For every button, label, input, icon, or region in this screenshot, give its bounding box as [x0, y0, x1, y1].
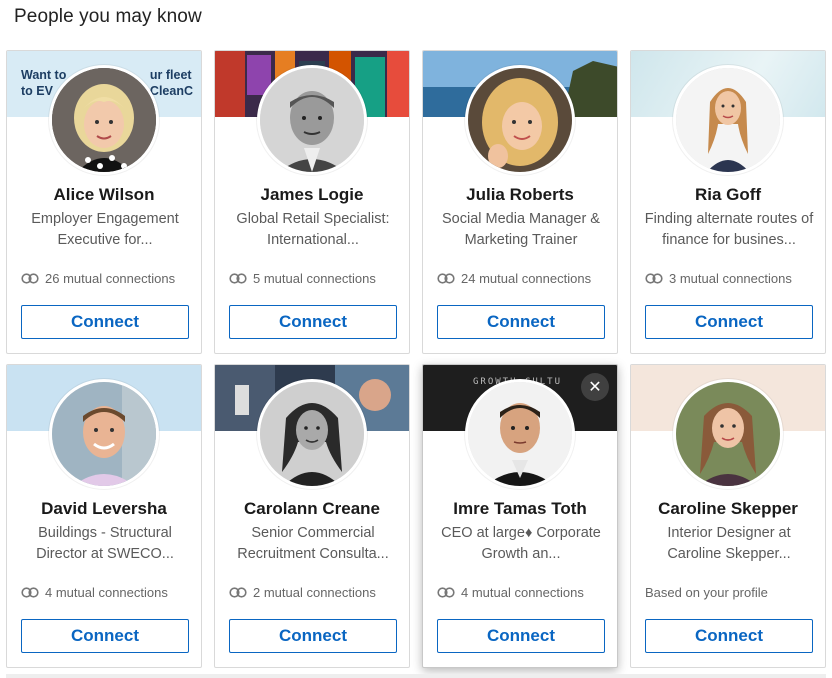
banner-ad-text-right: ur fleet CleanC	[149, 68, 193, 98]
person-headline: Employer Engagement Executive for...	[31, 211, 179, 248]
person-name[interactable]: Alice Wilson	[7, 185, 201, 205]
mutual-connections[interactable]: 4 mutual connections	[21, 585, 168, 600]
next-row-edge	[6, 674, 826, 678]
avatar[interactable]	[257, 65, 367, 175]
mutual-connections-icon	[437, 587, 455, 598]
profile-photo	[468, 382, 572, 486]
avatar[interactable]	[673, 379, 783, 489]
person-card[interactable]: James Logie Global Retail Specialist: In…	[214, 50, 410, 354]
avatar[interactable]	[257, 379, 367, 489]
mutual-connections[interactable]: 5 mutual connections	[229, 271, 376, 286]
connect-button[interactable]: Connect	[437, 305, 605, 339]
person-headline: Finding alternate routes of finance for …	[644, 211, 814, 248]
connect-button[interactable]: Connect	[645, 305, 813, 339]
profile-photo	[468, 68, 572, 172]
person-name[interactable]: Carolann Creane	[215, 499, 409, 519]
person-headline: Senior Commercial Recruitment Consulta..…	[237, 525, 389, 562]
connect-button[interactable]: Connect	[229, 305, 397, 339]
mutual-connections[interactable]: 2 mutual connections	[229, 585, 376, 600]
person-name[interactable]: Imre Tamas Toth	[423, 499, 617, 519]
person-headline: CEO at large♦ Corporate Growth an...	[441, 525, 601, 562]
avatar[interactable]	[49, 379, 159, 489]
avatar[interactable]	[465, 379, 575, 489]
connect-button[interactable]: Connect	[21, 305, 189, 339]
person-name[interactable]: Caroline Skepper	[631, 499, 825, 519]
person-headline: Social Media Manager & Marketing Trainer	[442, 211, 600, 248]
dismiss-button[interactable]: ✕	[581, 373, 609, 401]
avatar[interactable]	[49, 65, 159, 175]
mutual-connections[interactable]: 4 mutual connections	[437, 585, 584, 600]
section-heading: People you may know	[14, 6, 202, 27]
mutual-connections-icon	[229, 587, 247, 598]
profile-photo	[676, 382, 780, 486]
people-grid: Want to to EV ur fleet CleanC Alice Wils…	[6, 50, 826, 668]
mutual-connections-icon	[645, 273, 663, 284]
person-name[interactable]: Ria Goff	[631, 185, 825, 205]
profile-photo	[52, 68, 156, 172]
mutual-connections[interactable]: 26 mutual connections	[21, 271, 175, 286]
profile-photo	[260, 68, 364, 172]
mutual-connections[interactable]: 3 mutual connections	[645, 271, 792, 286]
profile-photo	[260, 382, 364, 486]
mutual-connections[interactable]: 24 mutual connections	[437, 271, 591, 286]
mutual-connections-icon	[229, 273, 247, 284]
person-card[interactable]: Ria Goff Finding alternate routes of fin…	[630, 50, 826, 354]
mutual-connections-icon	[21, 587, 39, 598]
person-card[interactable]: GROWTH CULTU ✕ Imre Tamas Toth CEO at la…	[422, 364, 618, 668]
connect-button[interactable]: Connect	[21, 619, 189, 653]
profile-photo	[676, 68, 780, 172]
recommendation-reason: Based on your profile	[645, 585, 768, 600]
connect-button[interactable]: Connect	[229, 619, 397, 653]
person-card[interactable]: David Leversha Buildings - Structural Di…	[6, 364, 202, 668]
connect-button[interactable]: Connect	[645, 619, 813, 653]
person-card[interactable]: Want to to EV ur fleet CleanC Alice Wils…	[6, 50, 202, 354]
person-name[interactable]: James Logie	[215, 185, 409, 205]
person-card[interactable]: Carolann Creane Senior Commercial Recrui…	[214, 364, 410, 668]
profile-photo	[52, 382, 156, 486]
person-name[interactable]: David Leversha	[7, 499, 201, 519]
person-name[interactable]: Julia Roberts	[423, 185, 617, 205]
person-headline: Interior Designer at Caroline Skepper...	[667, 525, 791, 562]
mutual-connections-icon	[437, 273, 455, 284]
person-card[interactable]: Julia Roberts Social Media Manager & Mar…	[422, 50, 618, 354]
avatar[interactable]	[673, 65, 783, 175]
connect-button[interactable]: Connect	[437, 619, 605, 653]
mutual-connections-icon	[21, 273, 39, 284]
person-headline: Buildings - Structural Director at SWECO…	[36, 525, 174, 562]
avatar[interactable]	[465, 65, 575, 175]
person-card[interactable]: Caroline Skepper Interior Designer at Ca…	[630, 364, 826, 668]
person-headline: Global Retail Specialist: International.…	[236, 211, 390, 248]
